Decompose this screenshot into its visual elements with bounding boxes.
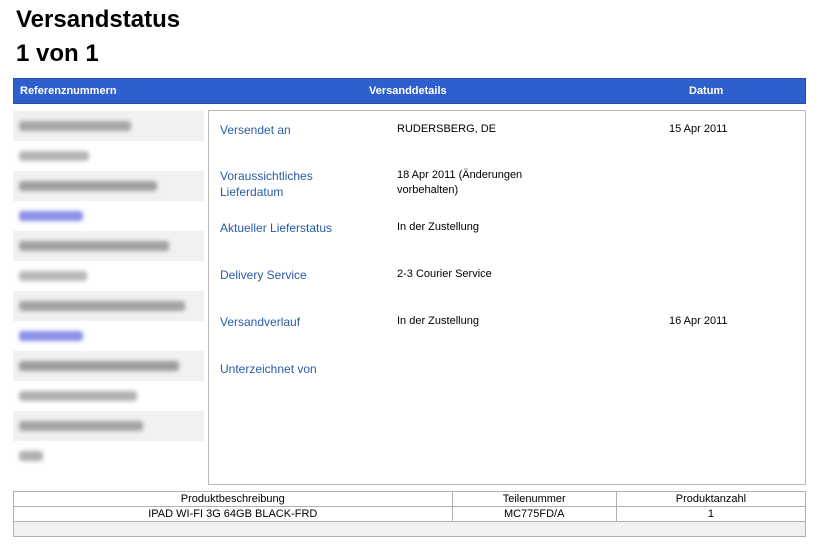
redacted-reference-row bbox=[13, 381, 204, 411]
page-title: Versandstatus bbox=[16, 6, 181, 33]
shipping-status-page: Versandstatus 1 von 1 Referenznummern Ve… bbox=[0, 0, 827, 551]
table-row-empty bbox=[13, 521, 806, 537]
product-table-header: Produktbeschreibung Teilenummer Produkta… bbox=[13, 491, 807, 507]
detail-date: 15 Apr 2011 bbox=[669, 123, 728, 135]
reference-numbers-column bbox=[13, 111, 204, 471]
redacted-reference-row bbox=[13, 141, 204, 171]
redacted-reference-row bbox=[13, 111, 204, 141]
redacted-reference-row bbox=[13, 171, 204, 201]
header-shipping-details: Versanddetails bbox=[369, 85, 447, 97]
detail-value: In der Zustellung bbox=[397, 315, 479, 327]
redacted-text bbox=[19, 391, 137, 401]
detail-value: 2-3 Courier Service bbox=[397, 268, 492, 280]
redacted-reference-row bbox=[13, 261, 204, 291]
shipping-details-panel: Versendet an RUDERSBERG, DE 15 Apr 2011 … bbox=[208, 110, 806, 485]
col-part-number: Teilenummer bbox=[451, 491, 617, 507]
redacted-link[interactable] bbox=[19, 211, 83, 221]
table-row: IPAD WI-FI 3G 64GB BLACK-FRD MC775FD/A 1 bbox=[13, 506, 807, 522]
product-description: IPAD WI-FI 3G 64GB BLACK-FRD bbox=[13, 506, 453, 522]
product-table: Produktbeschreibung Teilenummer Produkta… bbox=[13, 491, 807, 537]
redacted-text bbox=[19, 121, 131, 131]
product-quantity: 1 bbox=[615, 506, 807, 522]
detail-value: In der Zustellung bbox=[397, 221, 479, 233]
detail-label: Versandverlauf bbox=[220, 315, 301, 329]
redacted-text bbox=[19, 361, 179, 371]
redacted-text bbox=[19, 421, 143, 431]
redacted-text bbox=[19, 271, 87, 281]
redacted-link[interactable] bbox=[19, 331, 83, 341]
col-product-description: Produktbeschreibung bbox=[13, 491, 453, 507]
empty-cell bbox=[13, 521, 806, 537]
redacted-reference-row[interactable] bbox=[13, 201, 204, 231]
redacted-reference-row[interactable] bbox=[13, 321, 204, 351]
redacted-reference-row bbox=[13, 411, 204, 441]
detail-value: RUDERSBERG, DE bbox=[397, 123, 497, 135]
detail-date: 16 Apr 2011 bbox=[669, 315, 728, 327]
page-counter: 1 von 1 bbox=[16, 40, 99, 67]
detail-label: Aktueller Lieferstatus bbox=[220, 221, 333, 235]
redacted-reference-row bbox=[13, 231, 204, 261]
redacted-text bbox=[19, 241, 169, 251]
table-header-bar: Referenznummern Versanddetails Datum bbox=[13, 78, 806, 104]
redacted-reference-row bbox=[13, 441, 204, 471]
detail-value: 18 Apr 2011 (Änderungen vorbehalten) bbox=[397, 169, 523, 196]
detail-label: Versendet an bbox=[220, 123, 291, 137]
header-date: Datum bbox=[689, 85, 724, 97]
col-product-quantity: Produktanzahl bbox=[615, 491, 807, 507]
redacted-text bbox=[19, 451, 43, 461]
redacted-reference-row bbox=[13, 351, 204, 381]
redacted-text bbox=[19, 301, 185, 311]
header-reference-numbers: Referenznummern bbox=[20, 85, 117, 97]
part-number: MC775FD/A bbox=[451, 506, 617, 522]
detail-label: Delivery Service bbox=[220, 268, 307, 282]
redacted-reference-row bbox=[13, 291, 204, 321]
detail-label: Unterzeichnet von bbox=[220, 362, 317, 376]
redacted-text bbox=[19, 151, 89, 161]
redacted-text bbox=[19, 181, 157, 191]
detail-label: Voraussichtliches Lieferdatum bbox=[220, 169, 313, 199]
